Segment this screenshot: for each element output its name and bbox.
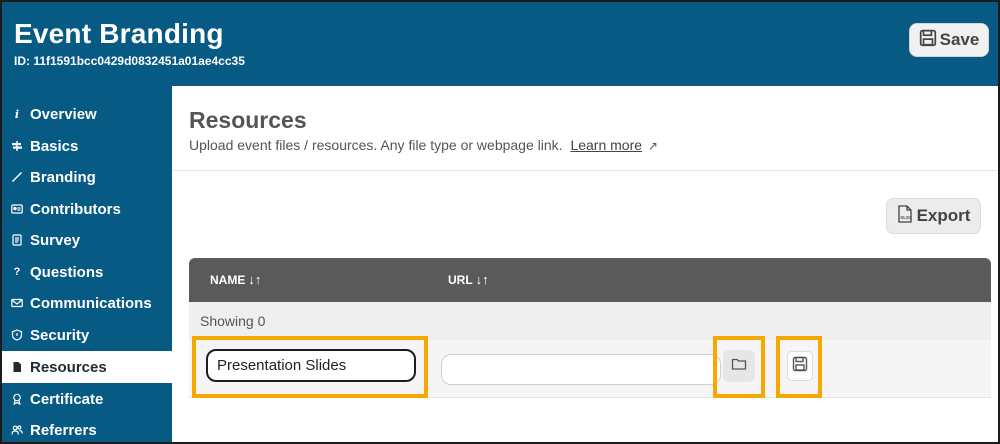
sidebar-item-label: Certificate (30, 390, 104, 408)
shield-icon (10, 328, 24, 342)
brush-icon (10, 170, 24, 184)
browse-file-button[interactable] (723, 350, 755, 382)
sidebar-item-label: Survey (30, 231, 81, 249)
sidebar-item-label: Questions (30, 263, 104, 281)
save-button-label: Save (939, 30, 980, 49)
app-window: Event Branding ID: 11f1591bcc0429d083245… (0, 0, 1000, 444)
id-card-icon (10, 202, 24, 216)
column-header-name[interactable]: NAME ↓↑ (210, 272, 261, 287)
sidebar-item-security[interactable]: Security (2, 319, 172, 351)
app-header: Event Branding ID: 11f1591bcc0429d083245… (2, 2, 998, 86)
sidebar-item-overview[interactable]: i Overview (2, 98, 172, 130)
resource-name-input[interactable] (206, 349, 416, 382)
folder-icon (731, 356, 747, 377)
sidebar-item-label: Referrers (30, 421, 97, 439)
sidebar-item-referrers[interactable]: Referrers (2, 414, 172, 442)
sidebar-item-label: Communications (30, 294, 152, 312)
sort-icon: ↓↑ (248, 272, 262, 287)
sidebar-item-label: Branding (30, 168, 96, 186)
browse-button-highlight (713, 336, 765, 398)
sidebar-item-label: Contributors (30, 200, 121, 218)
resource-url-input[interactable] (441, 354, 721, 385)
showing-count: Showing 0 (200, 313, 266, 329)
main-content: Resources Upload event files / resources… (172, 86, 998, 442)
sidebar-item-contributors[interactable]: Contributors (2, 193, 172, 225)
award-icon (10, 392, 24, 406)
divider (172, 170, 998, 171)
sidebar-item-resources[interactable]: Resources (2, 351, 172, 383)
sidebar-item-label: Security (30, 326, 90, 344)
column-header-url[interactable]: URL ↓↑ (448, 272, 489, 287)
sidebar: i Overview Basics Branding Contributors … (2, 86, 172, 442)
sidebar-item-branding[interactable]: Branding (2, 161, 172, 193)
sidebar-item-questions[interactable]: ? Questions (2, 256, 172, 288)
new-resource-row (189, 336, 991, 398)
xlsx-file-icon: XLSX (897, 204, 913, 228)
sort-icon: ↓↑ (475, 272, 489, 287)
floppy-disk-icon (919, 29, 937, 52)
sidebar-item-basics[interactable]: Basics (2, 130, 172, 162)
page-subtitle: Upload event files / resources. Any file… (189, 137, 658, 153)
save-row-button-highlight (776, 336, 822, 398)
export-button[interactable]: XLSX Export (886, 198, 981, 234)
export-button-label: Export (916, 206, 971, 225)
external-link-icon: ↗ (647, 139, 658, 153)
question-icon: ? (13, 266, 21, 278)
sidebar-item-certificate[interactable]: Certificate (2, 383, 172, 415)
floppy-disk-icon (792, 356, 808, 377)
name-field-highlight (192, 336, 428, 398)
people-icon (10, 423, 24, 437)
sidebar-item-communications[interactable]: Communications (2, 287, 172, 319)
clipboard-icon (10, 233, 24, 247)
sidebar-item-survey[interactable]: Survey (2, 224, 172, 256)
subtitle-text: Upload event files / resources. Any file… (189, 137, 563, 153)
file-icon (10, 360, 24, 374)
showing-count-row: Showing 0 (189, 302, 991, 340)
save-resource-button[interactable] (787, 351, 813, 381)
info-icon: i (14, 107, 20, 121)
signpost-icon (10, 139, 24, 153)
event-id: ID: 11f1591bcc0429d0832451a01ae4cc35 (14, 54, 245, 68)
save-button[interactable]: Save (909, 23, 989, 57)
learn-more-link[interactable]: Learn more (570, 137, 642, 153)
envelope-icon (10, 296, 24, 310)
sidebar-item-label: Resources (30, 358, 107, 376)
resources-table-header: NAME ↓↑ URL ↓↑ (189, 258, 991, 302)
sidebar-item-label: Basics (30, 137, 79, 155)
svg-text:XLSX: XLSX (900, 215, 912, 220)
page-title: Resources (189, 107, 307, 133)
page-header-title: Event Branding (14, 18, 224, 49)
sidebar-item-label: Overview (30, 105, 97, 123)
